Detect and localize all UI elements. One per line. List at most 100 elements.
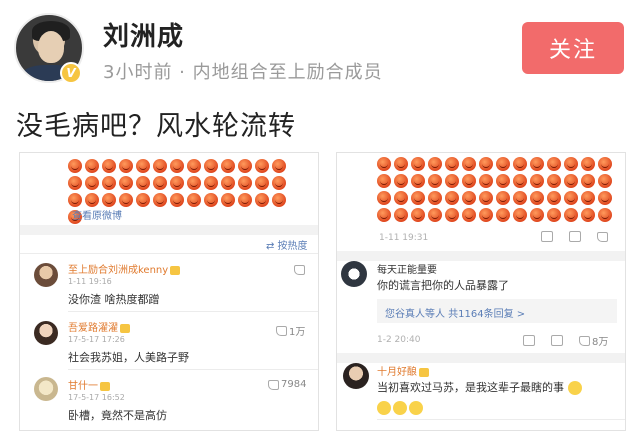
red-face-emoji-icon <box>153 176 167 190</box>
red-face-emoji-icon <box>462 157 476 171</box>
red-face-emoji-icon <box>547 174 561 188</box>
red-face-emoji-icon <box>479 157 493 171</box>
red-face-emoji-icon <box>445 191 459 205</box>
red-face-emoji-icon <box>411 191 425 205</box>
comment-avatar[interactable] <box>341 261 367 287</box>
smile-emoji-icon <box>409 400 423 415</box>
red-face-emoji-icon <box>411 174 425 188</box>
view-original-link[interactable]: 查看原微博 <box>72 207 122 222</box>
red-face-emoji-icon <box>530 208 544 222</box>
comment-text: 你的谎言把你的人品暴露了 <box>377 279 509 292</box>
member-badge-icon <box>100 381 110 391</box>
divider <box>68 369 318 370</box>
post-time: 1-11 19:31 <box>379 233 429 243</box>
red-face-emoji-icon <box>255 176 269 190</box>
red-face-emoji-icon <box>85 176 99 190</box>
red-face-emoji-icon <box>445 157 459 171</box>
red-face-emoji-icon <box>496 157 510 171</box>
sort-by-hot-button[interactable]: ⇄ 按热度 <box>266 237 308 252</box>
red-face-emoji-icon <box>428 208 442 222</box>
red-face-emoji-icon <box>187 193 201 207</box>
red-face-emoji-icon <box>119 159 133 173</box>
avatar-face <box>38 31 64 63</box>
member-badge-icon <box>419 367 429 377</box>
separator-band <box>20 225 318 235</box>
comment-icon[interactable] <box>551 335 563 346</box>
comment-avatar[interactable] <box>34 263 58 287</box>
red-face-emoji-icon <box>428 191 442 205</box>
red-face-emoji-icon <box>547 208 561 222</box>
red-face-emoji-icon <box>530 157 544 171</box>
post-meta: 3小时前 · 内地组合至上励合成员 <box>103 62 383 83</box>
red-face-emoji-icon <box>479 174 493 188</box>
red-face-emoji-icon <box>428 157 442 171</box>
red-face-emoji-icon <box>513 208 527 222</box>
share-icon[interactable] <box>541 231 553 242</box>
red-face-emoji-icon <box>119 176 133 190</box>
username[interactable]: 刘洲成 <box>103 16 184 53</box>
red-face-emoji-icon <box>238 193 252 207</box>
red-face-emoji-icon <box>377 191 391 205</box>
red-face-emoji-icon <box>136 193 150 207</box>
red-face-emoji-icon <box>170 176 184 190</box>
thumbs-up-icon[interactable] <box>597 231 608 242</box>
red-face-emoji-icon <box>564 208 578 222</box>
red-face-emoji-icon <box>221 159 235 173</box>
comment-author[interactable]: 十月好酿 <box>377 363 429 378</box>
comment-text: 社会我苏姐，人美路子野 <box>68 351 189 364</box>
red-face-emoji-icon <box>462 208 476 222</box>
emoji-grid <box>377 157 617 222</box>
red-face-emoji-icon <box>153 159 167 173</box>
like-button[interactable] <box>294 265 305 275</box>
red-face-emoji-icon <box>377 157 391 171</box>
comment-author[interactable]: 吾爱路濯濯 <box>68 319 130 334</box>
thumbs-up-icon <box>276 325 287 336</box>
comment-actions: 8万 <box>523 333 608 348</box>
red-face-emoji-icon <box>581 191 595 205</box>
comment-author[interactable]: 至上励合刘洲成kenny <box>68 261 181 276</box>
red-face-emoji-icon <box>136 159 150 173</box>
red-face-emoji-icon <box>153 193 167 207</box>
red-face-emoji-icon <box>462 174 476 188</box>
comment-time: 17-5-17 16:52 <box>68 393 125 402</box>
thumbs-up-icon <box>579 335 590 346</box>
red-face-emoji-icon <box>513 157 527 171</box>
like-button[interactable]: 1万 <box>276 323 305 338</box>
comment-author[interactable]: 甘什一 <box>68 377 110 392</box>
comment-author[interactable]: 每天正能量要 <box>377 261 437 276</box>
red-face-emoji-icon <box>204 159 218 173</box>
like-button[interactable]: 7984 <box>268 379 306 390</box>
red-face-emoji-icon <box>530 191 544 205</box>
like-button[interactable]: 8万 <box>579 333 608 348</box>
red-face-emoji-icon <box>598 208 612 222</box>
share-icon[interactable] <box>523 335 535 346</box>
comment-avatar[interactable] <box>34 377 58 401</box>
red-face-emoji-icon <box>564 157 578 171</box>
red-face-emoji-icon <box>85 193 99 207</box>
follow-button[interactable]: 关注 <box>522 22 624 74</box>
thumbs-up-icon <box>268 379 279 390</box>
red-face-emoji-icon <box>238 159 252 173</box>
red-face-emoji-icon <box>445 208 459 222</box>
red-face-emoji-icon <box>496 191 510 205</box>
comment-icon[interactable] <box>569 231 581 242</box>
red-face-emoji-icon <box>272 159 286 173</box>
red-face-emoji-icon <box>221 176 235 190</box>
red-face-emoji-icon <box>394 191 408 205</box>
comment-avatar[interactable] <box>343 363 369 389</box>
post-actions <box>541 231 608 242</box>
red-face-emoji-icon <box>394 157 408 171</box>
red-face-emoji-icon <box>272 193 286 207</box>
verified-badge-icon: V <box>60 62 82 84</box>
comment-text: 没你渣 啥热度都蹭 <box>68 293 160 306</box>
red-face-emoji-icon <box>564 191 578 205</box>
red-face-emoji-icon <box>462 191 476 205</box>
red-face-emoji-icon <box>598 191 612 205</box>
red-face-emoji-icon <box>255 193 269 207</box>
red-face-emoji-icon <box>377 208 391 222</box>
reply-summary-text[interactable]: 您谷真人等人 共1164条回复 > <box>385 305 525 320</box>
red-face-emoji-icon <box>119 193 133 207</box>
comment-text: 当初喜欢过马苏，是我这辈子最瞎的事 <box>377 379 584 395</box>
red-face-emoji-icon <box>102 159 116 173</box>
comment-avatar[interactable] <box>34 321 58 345</box>
